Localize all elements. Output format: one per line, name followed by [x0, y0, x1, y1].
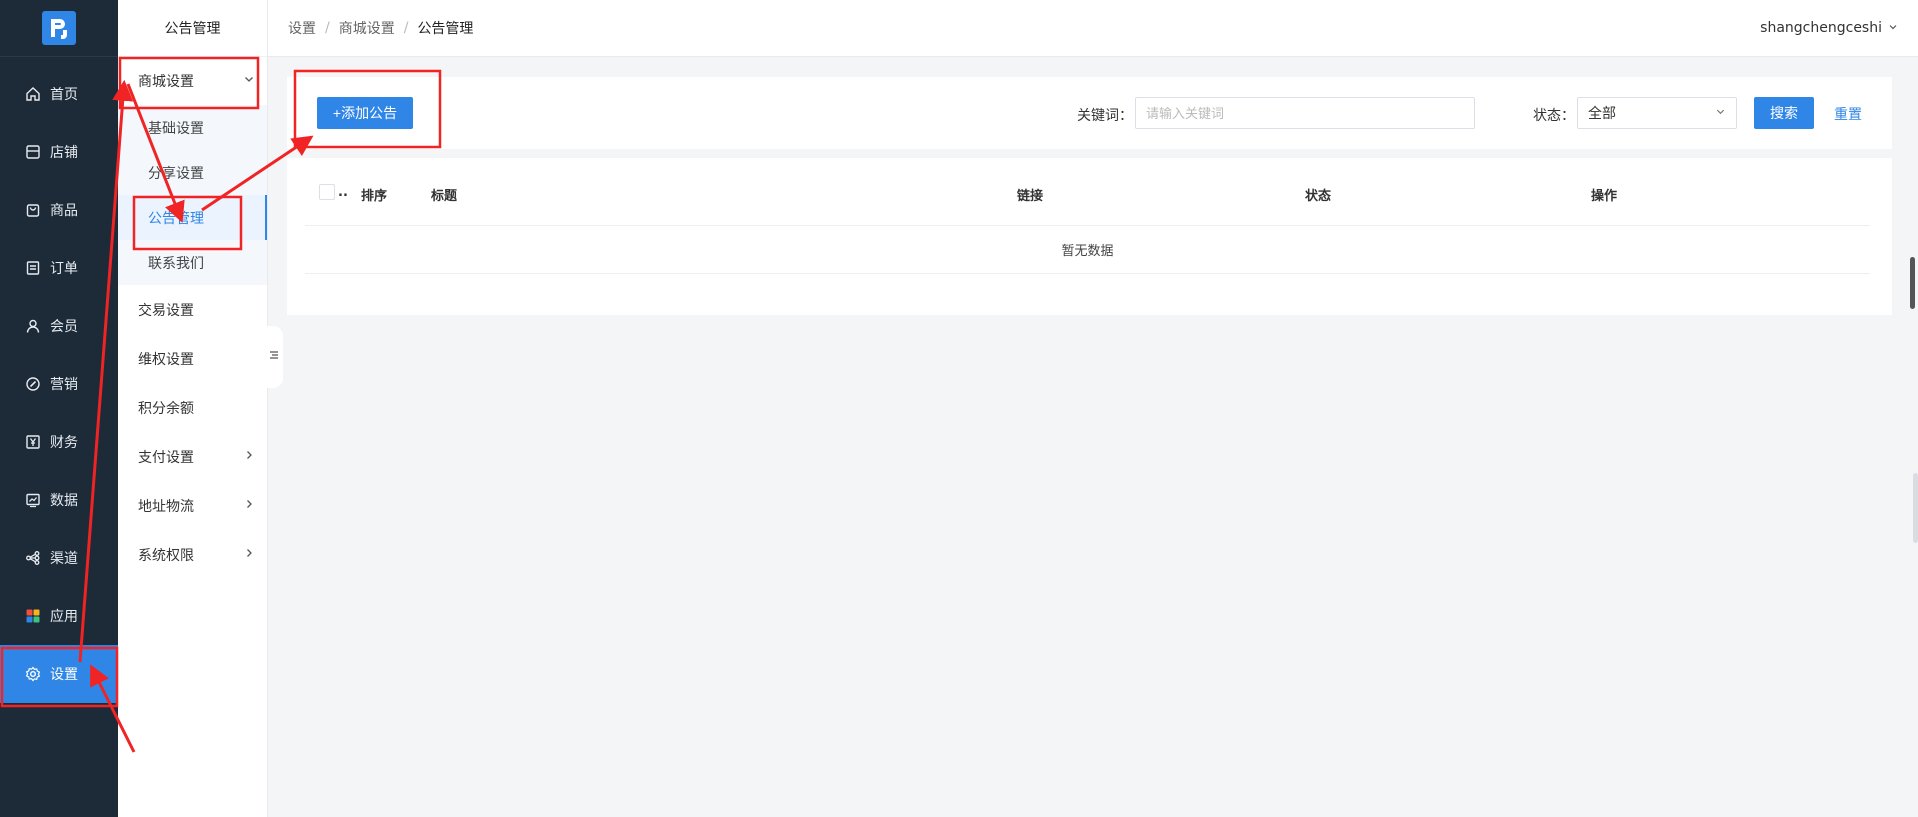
nav-item-channels[interactable]: 渠道 [0, 529, 118, 587]
table-header: .. 排序 标题 链接 状态 操作 [305, 158, 1870, 226]
top-header: 设置 / 商城设置 / 公告管理 shangchengceshi [268, 0, 1918, 57]
submenu-item-label: 积分余额 [138, 400, 194, 417]
breadcrumb-separator: / [403, 20, 409, 36]
breadcrumb: 设置 / 商城设置 / 公告管理 [288, 18, 473, 38]
chevron-right-icon [243, 498, 255, 514]
nav-item-label: 财务 [50, 435, 78, 451]
page-scrollbar[interactable] [1904, 57, 1918, 817]
scrollbar-handle[interactable] [1913, 473, 1918, 543]
chevron-right-icon [243, 449, 255, 465]
submenu-children: 基础设置 分享设置 公告管理 联系我们 [118, 105, 267, 285]
apps-icon [24, 607, 42, 625]
nav-item-label: 商品 [50, 203, 78, 219]
nav-item-label: 数据 [50, 493, 78, 509]
nav-item-label: 渠道 [50, 551, 78, 567]
submenu-child-contact[interactable]: 联系我们 [118, 240, 267, 285]
submenu-item-label: 系统权限 [138, 547, 194, 564]
nav-item-home[interactable]: 首页 [0, 65, 118, 123]
filter-bar: +添加公告 关键词： 状态： 全部 搜索 重置 [287, 77, 1892, 149]
announcement-table: .. 排序 标题 链接 状态 操作 暂无数据 [287, 158, 1892, 315]
column-header-sort: 排序 [361, 189, 388, 204]
breadcrumb-item[interactable]: 商城设置 [339, 18, 395, 38]
secondary-menu: 公告管理 商城设置 基础设置 分享设置 公告管理 联系我们 交易设置 维权设置 … [118, 0, 268, 817]
nav-item-label: 设置 [50, 667, 78, 683]
submenu-item-points[interactable]: 积分余额 [118, 383, 267, 432]
nav-item-orders[interactable]: 订单 [0, 239, 118, 297]
app-root: 首页 店铺 商品 订单 会员 营销 财务 数据 渠道 应用 设置 公告管理 商城… [0, 0, 1918, 817]
submenu-group-label: 商城设置 [138, 74, 194, 90]
column-header-link: 链接 [1017, 189, 1044, 204]
submenu-item-label: 维权设置 [138, 351, 194, 368]
add-announcement-button[interactable]: +添加公告 [317, 97, 413, 129]
status-select-value: 全部 [1588, 106, 1616, 122]
submenu-child-share[interactable]: 分享设置 [118, 150, 267, 195]
nav-item-data[interactable]: 数据 [0, 471, 118, 529]
status-label: 状态： [1533, 108, 1575, 124]
empty-state: 暂无数据 [305, 226, 1870, 274]
nav-item-label: 会员 [50, 319, 78, 335]
keyword-input[interactable] [1135, 97, 1475, 129]
submenu-group-mall-settings[interactable]: 商城设置 [118, 57, 267, 105]
submenu-child-announcement[interactable]: 公告管理 [118, 195, 267, 240]
menu-fold-icon [268, 349, 280, 365]
status-select[interactable]: 全部 [1577, 97, 1737, 129]
nav-item-label: 店铺 [50, 145, 78, 161]
nav-item-label: 营销 [50, 377, 78, 393]
chevron-down-icon [1888, 20, 1898, 36]
nav-item-label: 应用 [50, 609, 78, 625]
chevron-down-icon [243, 73, 255, 89]
column-header-sort: .. [338, 185, 348, 200]
reset-link[interactable]: 重置 [1834, 104, 1862, 124]
column-header-actions: 操作 [1591, 189, 1618, 204]
store-icon [24, 143, 42, 161]
keyword-label: 关键词： [1077, 108, 1133, 124]
brand-logo-icon [42, 11, 76, 45]
bag-icon [24, 201, 42, 219]
chevron-down-icon [1715, 105, 1726, 121]
nav-item-store[interactable]: 店铺 [0, 123, 118, 181]
logo[interactable] [0, 0, 118, 57]
column-header-status: 状态 [1305, 189, 1332, 204]
submenu-item-trade[interactable]: 交易设置 [118, 285, 267, 334]
home-icon [24, 85, 42, 103]
submenu-child-basic[interactable]: 基础设置 [118, 105, 267, 150]
scrollbar-thumb[interactable] [1910, 257, 1915, 309]
submenu-item-logistics[interactable]: 地址物流 [118, 481, 267, 530]
breadcrumb-separator: / [325, 20, 330, 36]
nav-item-members[interactable]: 会员 [0, 297, 118, 355]
collapse-menu-toggle[interactable] [265, 326, 283, 388]
main-nav: 首页 店铺 商品 订单 会员 营销 财务 数据 渠道 应用 设置 [0, 0, 118, 817]
nav-item-label: 订单 [50, 261, 78, 277]
breadcrumb-item[interactable]: 设置 [288, 18, 316, 38]
nav-item-settings[interactable]: 设置 [0, 645, 118, 703]
submenu-item-label: 支付设置 [138, 449, 194, 466]
submenu-item-label: 地址物流 [138, 498, 194, 515]
select-all-checkbox[interactable] [319, 184, 335, 200]
submenu-item-payment[interactable]: 支付设置 [118, 432, 267, 481]
nav-list: 首页 店铺 商品 订单 会员 营销 财务 数据 渠道 应用 设置 [0, 57, 118, 703]
user-menu[interactable]: shangchengceshi [1760, 20, 1898, 36]
nav-item-apps[interactable]: 应用 [0, 587, 118, 645]
column-header-title: 标题 [431, 189, 458, 204]
share-icon [24, 549, 42, 567]
yen-icon [24, 433, 42, 451]
user-icon [24, 317, 42, 335]
search-button[interactable]: 搜索 [1754, 97, 1814, 129]
breadcrumb-current: 公告管理 [417, 21, 474, 37]
submenu-title: 公告管理 [118, 0, 267, 57]
submenu-item-label: 交易设置 [138, 302, 194, 319]
chevron-right-icon [243, 547, 255, 563]
submenu-item-permissions[interactable]: 系统权限 [118, 530, 267, 579]
marketing-icon [24, 375, 42, 393]
nav-item-marketing[interactable]: 营销 [0, 355, 118, 413]
nav-item-goods[interactable]: 商品 [0, 181, 118, 239]
gear-icon [24, 665, 42, 683]
chart-icon [24, 491, 42, 509]
nav-item-label: 首页 [50, 87, 78, 103]
username: shangchengceshi [1760, 20, 1882, 36]
order-icon [24, 259, 42, 277]
submenu-item-rights[interactable]: 维权设置 [118, 334, 267, 383]
nav-item-finance[interactable]: 财务 [0, 413, 118, 471]
